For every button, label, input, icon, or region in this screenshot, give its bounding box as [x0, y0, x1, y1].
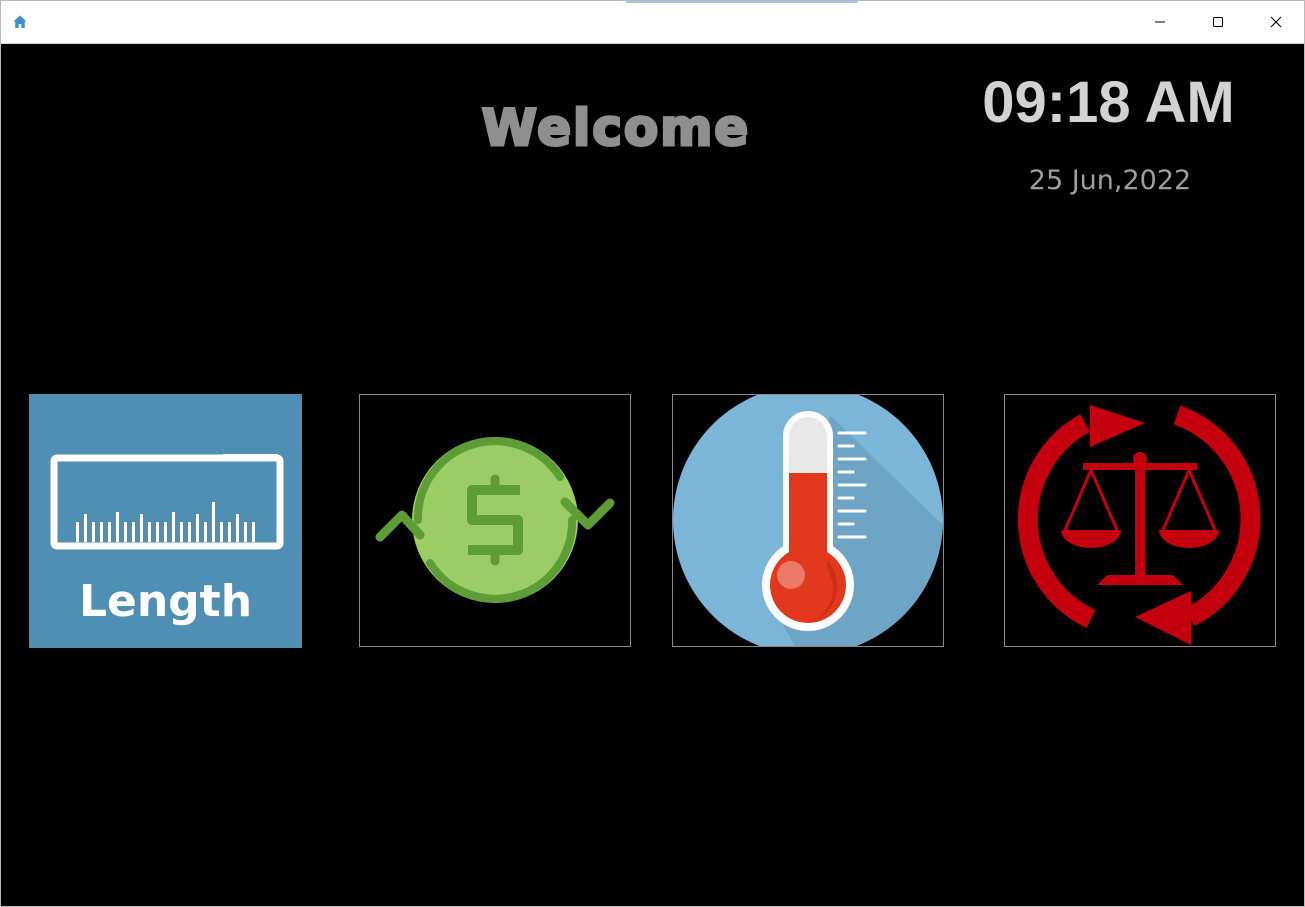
minimize-button[interactable] [1131, 1, 1189, 43]
currency-exchange-icon [375, 437, 615, 603]
title-bar-accent [626, 1, 858, 3]
minimize-icon [1155, 21, 1165, 23]
scale-exchange-icon [1017, 405, 1261, 645]
currency-tile[interactable] [359, 394, 631, 647]
thermometer-icon [673, 395, 943, 646]
weight-tile[interactable] [1004, 394, 1276, 647]
temperature-tile[interactable] [672, 394, 944, 647]
maximize-button[interactable] [1189, 1, 1247, 43]
length-label: Length [78, 576, 253, 627]
close-button[interactable] [1247, 1, 1305, 43]
clock-date: 25 Jun,2022 [1028, 165, 1192, 196]
app-window: Welcome 09:18 AM 25 Jun,2022 Length [0, 0, 1305, 907]
maximize-icon [1213, 17, 1223, 27]
length-tile[interactable]: Length [29, 394, 302, 648]
clock-time: 09:18 AM [982, 70, 1235, 135]
main-area: Welcome 09:18 AM 25 Jun,2022 Length [1, 44, 1304, 906]
welcome-heading: Welcome [480, 99, 751, 158]
home-icon [12, 14, 28, 30]
close-icon [1270, 16, 1282, 28]
title-bar[interactable] [1, 1, 1304, 44]
